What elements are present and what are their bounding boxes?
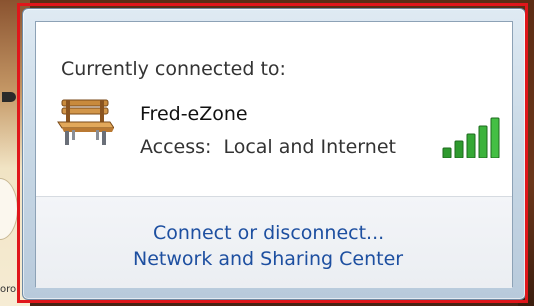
access-label: Access: xyxy=(140,136,212,158)
bench-icon xyxy=(57,99,114,145)
access-status: Access: Local and Internet xyxy=(140,136,396,158)
desktop-partial-text: oro xyxy=(0,284,17,295)
connection-section: Currently connected to: Fred-eZone Acces… xyxy=(36,22,512,196)
network-popup-panel: Currently connected to: Fred-eZone Acces… xyxy=(35,21,513,288)
network-name: Fred-eZone xyxy=(140,103,248,125)
desktop: oro Currently connected to: Fred-eZone A… xyxy=(0,0,534,306)
connected-heading: Currently connected to: xyxy=(61,58,286,80)
links-section: Connect or disconnect... Network and Sha… xyxy=(36,196,512,288)
signal-strength-icon xyxy=(442,117,500,158)
connect-disconnect-link[interactable]: Connect or disconnect... xyxy=(153,222,384,244)
network-popup: Currently connected to: Fred-eZone Acces… xyxy=(22,8,526,300)
network-sharing-center-link[interactable]: Network and Sharing Center xyxy=(133,248,403,270)
cursor-arrow-icon xyxy=(2,92,16,102)
access-value: Local and Internet xyxy=(223,136,396,158)
